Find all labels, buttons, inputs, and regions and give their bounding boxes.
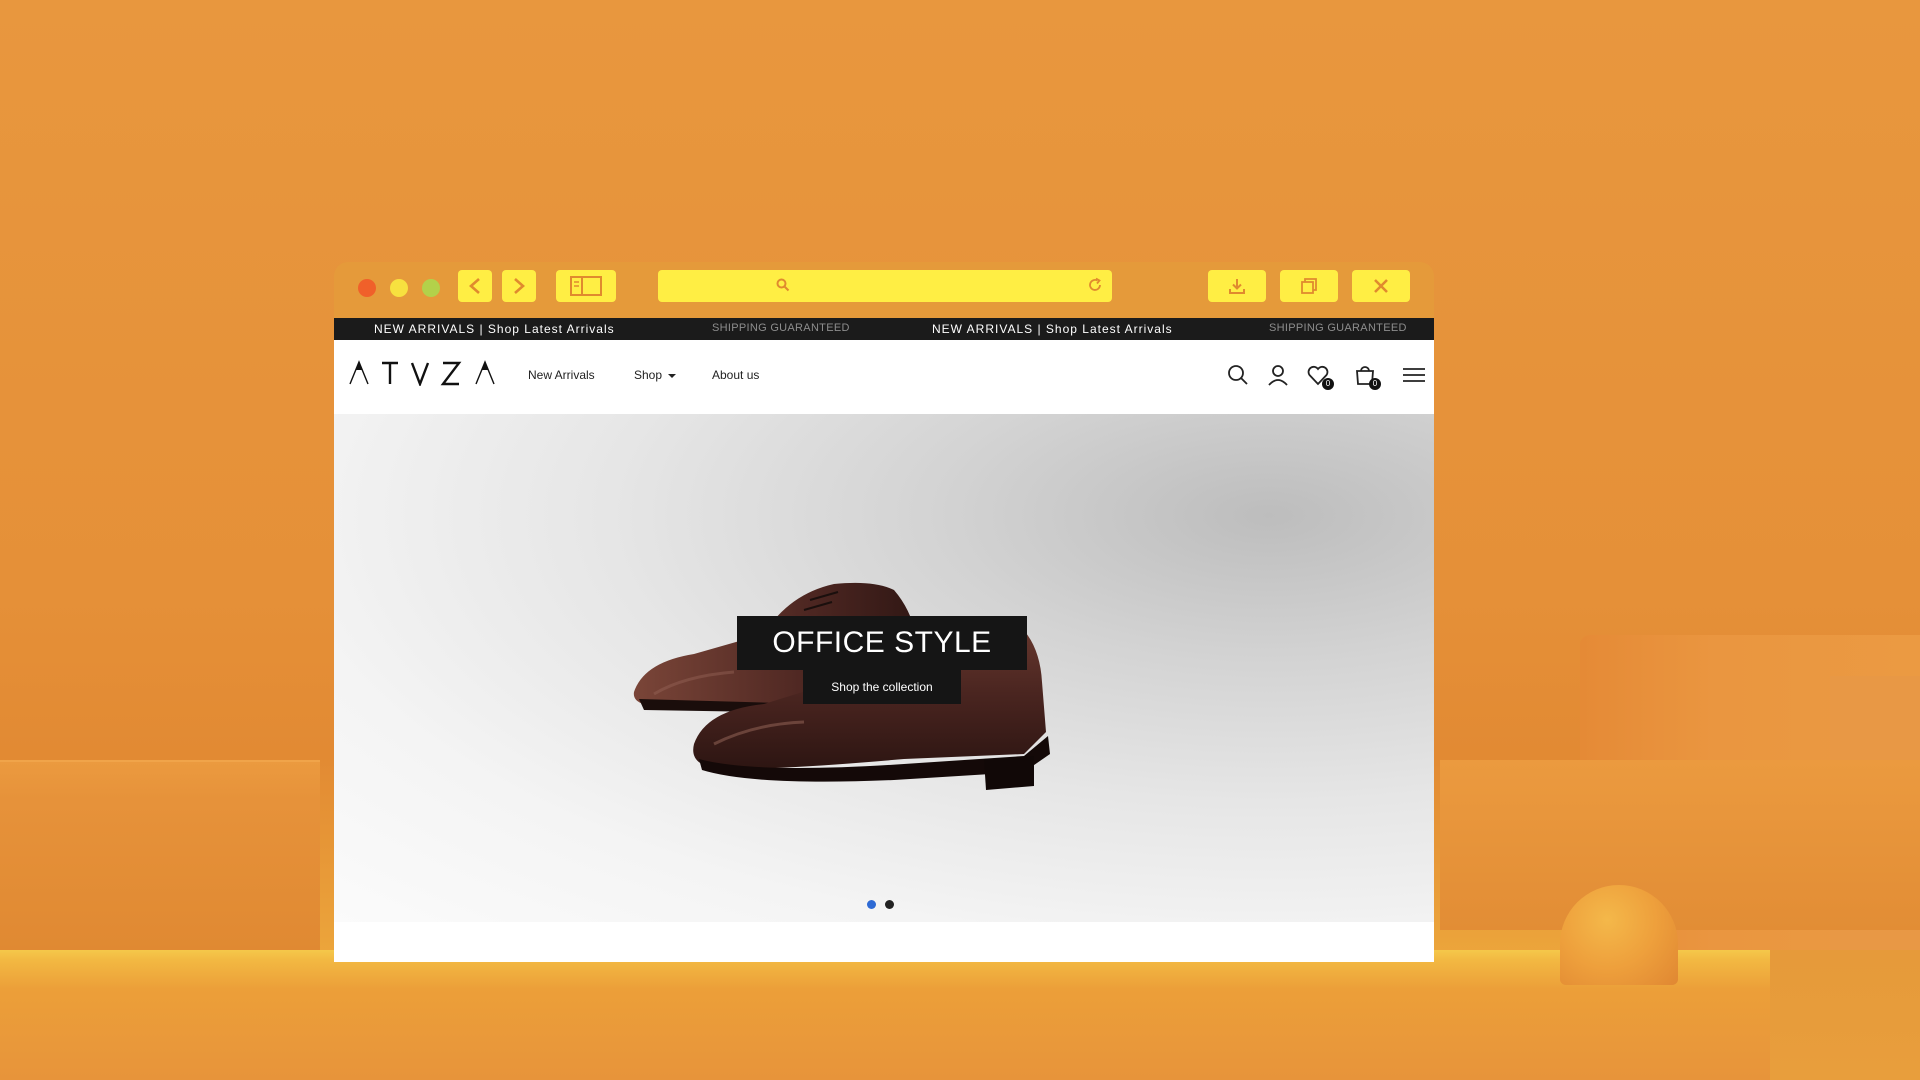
backdrop-step-left <box>0 760 320 952</box>
tabs-icon <box>1301 278 1317 294</box>
close-button[interactable] <box>1352 270 1410 302</box>
slider-dot-active[interactable] <box>867 900 876 909</box>
search-icon <box>776 278 790 292</box>
sidebar-icon <box>570 276 602 296</box>
browser-titlebar <box>334 262 1434 318</box>
ticker-item[interactable]: NEW ARRIVALS | Shop Latest Arrivals <box>932 322 1173 336</box>
address-bar[interactable] <box>658 270 1112 302</box>
minimize-window-light[interactable] <box>390 279 408 297</box>
nav-shop[interactable]: Shop <box>634 368 677 382</box>
nav-shop-label: Shop <box>634 368 663 382</box>
nav-new-arrivals[interactable]: New Arrivals <box>528 368 595 382</box>
close-icon <box>1374 279 1388 293</box>
ticker-item[interactable]: NEW ARRIVALS | Shop Latest Arrivals <box>374 322 615 336</box>
sidebar-toggle-button[interactable] <box>556 270 616 302</box>
search-icon[interactable] <box>1227 364 1249 386</box>
hero-slider: OFFICE STYLE Shop the collection <box>334 414 1434 922</box>
wishlist-count-badge: 0 <box>1322 378 1334 390</box>
close-window-light[interactable] <box>358 279 376 297</box>
ticker-item: SHIPPING GUARANTEED <box>712 322 850 334</box>
brand-logo[interactable] <box>348 360 498 394</box>
chevron-left-icon <box>469 278 480 294</box>
site-page: New Arrivals Shop About us 0 0 OFFICE ST… <box>334 340 1434 962</box>
caret-down-icon <box>668 374 677 378</box>
atvza-logo <box>349 360 495 388</box>
reload-icon[interactable] <box>1086 276 1104 294</box>
download-icon <box>1229 279 1245 294</box>
slider-dot[interactable] <box>885 900 894 909</box>
ticker-item: SHIPPING GUARANTEED <box>1269 322 1407 334</box>
browser-window: NEW ARRIVALS | Shop Latest Arrivals SHIP… <box>334 262 1434 962</box>
forward-button[interactable] <box>502 270 536 302</box>
menu-icon[interactable] <box>1402 364 1426 386</box>
download-button[interactable] <box>1208 270 1266 302</box>
tabs-button[interactable] <box>1280 270 1338 302</box>
cart-count-badge: 0 <box>1369 378 1381 390</box>
backdrop-step-right <box>1440 760 1920 930</box>
shop-collection-button[interactable]: Shop the collection <box>803 670 961 704</box>
maximize-window-light[interactable] <box>422 279 440 297</box>
site-header: New Arrivals Shop About us 0 0 <box>334 340 1434 414</box>
page-bottom <box>334 922 1434 962</box>
announcement-ticker: NEW ARRIVALS | Shop Latest Arrivals SHIP… <box>334 318 1434 340</box>
hero-title: OFFICE STYLE <box>737 616 1027 670</box>
chevron-right-icon <box>514 278 525 294</box>
backdrop-ledge <box>0 950 1770 1080</box>
back-button[interactable] <box>458 270 492 302</box>
nav-about-us[interactable]: About us <box>712 368 759 382</box>
account-icon[interactable] <box>1267 364 1289 386</box>
